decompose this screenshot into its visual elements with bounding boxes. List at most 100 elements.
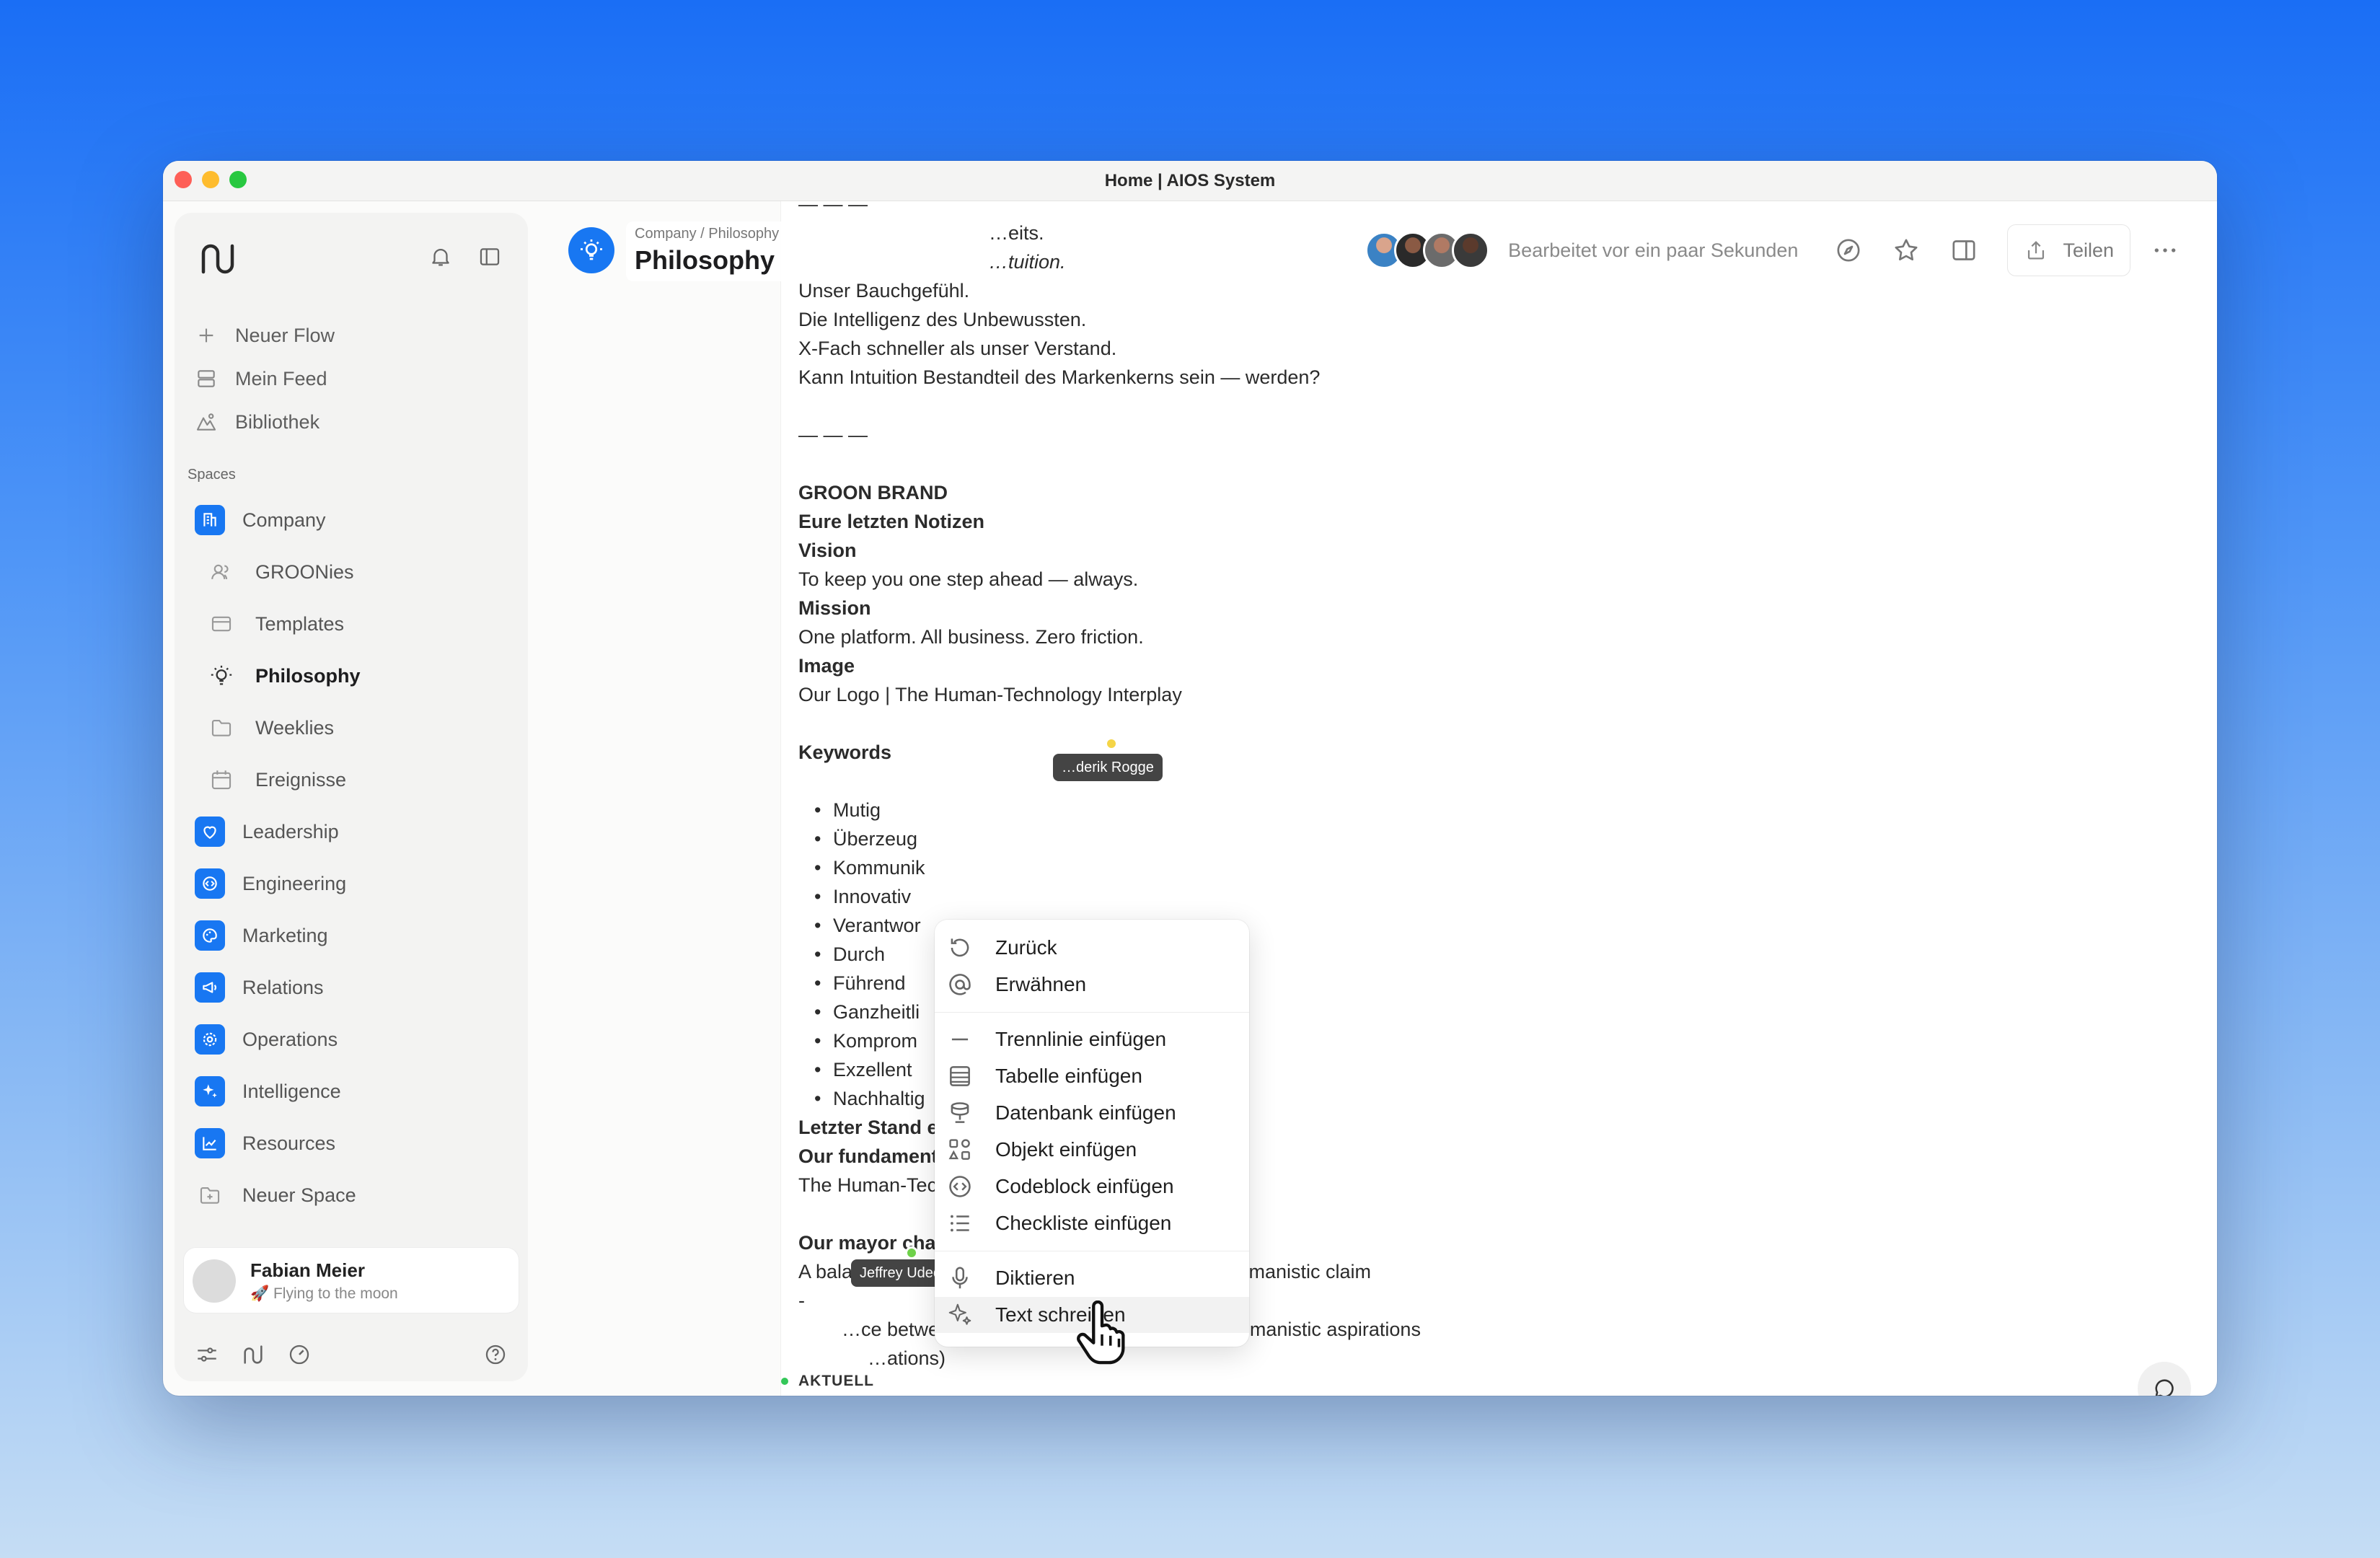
user-name: Fabian Meier <box>250 1259 365 1281</box>
page-heading: Company / Philosophy Philosophy <box>626 221 788 281</box>
users-icon <box>211 564 229 580</box>
zoom-window-button[interactable] <box>229 171 247 188</box>
nav-my-feed[interactable]: Mein Feed <box>195 357 512 400</box>
nav-label: Mein Feed <box>235 367 327 390</box>
envelope-icon <box>211 616 232 632</box>
heart-icon <box>195 817 225 847</box>
menu-label: Checkliste einfügen <box>995 1212 1172 1234</box>
space-label: Templates <box>255 612 345 635</box>
space-intelligence[interactable]: Intelligence <box>195 1065 512 1117</box>
gear-icon <box>195 1024 225 1055</box>
bell-icon[interactable] <box>428 245 453 269</box>
space-weeklies[interactable]: Weeklies <box>195 702 512 754</box>
menu-item-table[interactable]: Tabelle einfügen <box>935 1058 1249 1094</box>
avatar <box>193 1259 236 1303</box>
avatar <box>1452 232 1490 269</box>
folder-plus-icon <box>200 1187 220 1204</box>
gauge-icon[interactable] <box>287 1342 312 1367</box>
more-options-icon[interactable] <box>2151 236 2180 265</box>
space-label: Resources <box>242 1132 336 1154</box>
chat-bubble-icon <box>2155 1379 2174 1396</box>
space-company[interactable]: Company <box>195 494 512 546</box>
collaborator-avatars[interactable] <box>1365 232 1490 269</box>
menu-label: Zurück <box>995 936 1057 959</box>
insert-menu: Zurück Erwähnen Trennlinie einfügen Tabe… <box>935 920 1249 1347</box>
user-card[interactable]: Fabian Meier 🚀 Flying to the moon <box>183 1247 519 1313</box>
nav-library[interactable]: Bibliothek <box>195 400 512 444</box>
divider-icon <box>951 1038 969 1041</box>
status-label: AKTUELL <box>798 1373 874 1389</box>
app-window: Home | AIOS System Neuer Flow Mein Feed … <box>163 161 2217 1396</box>
user-status: 🚀 Flying to the moon <box>250 1285 398 1302</box>
space-templates[interactable]: Templates <box>195 598 512 650</box>
close-window-button[interactable] <box>175 171 192 188</box>
sidebar-toggle-icon[interactable] <box>477 245 502 269</box>
spaces-heading: Spaces <box>188 467 236 483</box>
share-label: Teilen <box>2063 239 2114 261</box>
building-icon <box>195 505 225 535</box>
nav-new-flow[interactable]: Neuer Flow <box>195 314 512 357</box>
space-label: Marketing <box>242 924 328 946</box>
space-groonies[interactable]: GROONies <box>195 546 512 598</box>
menu-item-undo[interactable]: Zurück <box>935 930 1249 966</box>
help-icon[interactable] <box>483 1342 508 1367</box>
space-label: Weeklies <box>255 716 335 739</box>
menu-item-dictate[interactable]: Diktieren <box>935 1260 1249 1296</box>
share-button[interactable]: Teilen <box>2007 224 2130 276</box>
space-label: Ereignisse <box>255 768 347 791</box>
split-view-icon[interactable] <box>1949 236 1978 265</box>
window-title: Home | AIOS System <box>1104 170 1276 190</box>
text-line: Eure letzten Notizen <box>798 511 985 532</box>
nav-label: Bibliothek <box>235 410 320 433</box>
compass-icon[interactable] <box>1834 236 1863 265</box>
logo-small-icon[interactable] <box>241 1342 265 1367</box>
space-ereignisse[interactable]: Ereignisse <box>195 754 512 806</box>
breadcrumb[interactable]: Company / Philosophy <box>635 226 779 242</box>
space-resources[interactable]: Resources <box>195 1117 512 1169</box>
space-marketing[interactable]: Marketing <box>195 910 512 961</box>
at-icon <box>949 974 971 995</box>
space-engineering[interactable]: Engineering <box>195 858 512 910</box>
space-new[interactable]: Neuer Space <box>195 1169 512 1221</box>
text-line: Kann Intuition Bestandteil des Markenker… <box>798 366 1321 388</box>
space-relations[interactable]: Relations <box>195 961 512 1013</box>
menu-item-database[interactable]: Datenbank einfügen <box>935 1095 1249 1131</box>
text-line: — — — <box>798 193 868 215</box>
code-circle-icon <box>195 868 225 899</box>
menu-label: Erwähnen <box>995 973 1087 995</box>
menu-item-codeblock[interactable]: Codeblock einfügen <box>935 1168 1249 1205</box>
lightbulb-icon <box>211 665 232 685</box>
menu-item-object[interactable]: Objekt einfügen <box>935 1132 1249 1168</box>
list-item: Kommunik <box>798 853 1952 882</box>
status-badge: AKTUELL <box>781 1373 874 1390</box>
sparkle-icon <box>195 1076 225 1106</box>
page-icon[interactable] <box>568 227 614 273</box>
text-line: GROON BRAND <box>798 482 948 503</box>
cursor-dot-rogge <box>1105 737 1118 750</box>
chart-icon <box>195 1128 225 1158</box>
menu-divider <box>935 1012 1249 1013</box>
star-icon[interactable] <box>1892 236 1921 265</box>
space-philosophy[interactable]: Philosophy <box>195 650 512 702</box>
menu-label: Trennlinie einfügen <box>995 1028 1167 1050</box>
minimize-window-button[interactable] <box>202 171 219 188</box>
menu-label: Objekt einfügen <box>995 1138 1137 1161</box>
menu-item-mention[interactable]: Erwähnen <box>935 967 1249 1003</box>
space-operations[interactable]: Operations <box>195 1013 512 1065</box>
space-leadership[interactable]: Leadership <box>195 806 512 858</box>
menu-label: Datenbank einfügen <box>995 1101 1176 1124</box>
menu-label: Codeblock einfügen <box>995 1175 1174 1197</box>
spaces-list: Company GROONies Templates Philosophy We… <box>195 494 512 1221</box>
library-icon <box>196 413 216 431</box>
sparkle-icon <box>948 1303 971 1325</box>
menu-item-divider[interactable]: Trennlinie einfügen <box>935 1021 1249 1057</box>
app-logo-icon[interactable] <box>198 239 238 279</box>
sliders-icon[interactable] <box>195 1342 219 1367</box>
text-line: X-Fach schneller als unser Verstand. <box>798 338 1117 359</box>
menu-item-checklist[interactable]: Checkliste einfügen <box>935 1205 1249 1241</box>
text-line: Our Logo | The Human-Technology Interpla… <box>798 684 1182 705</box>
undo-icon <box>951 938 969 957</box>
text-line <box>798 449 1952 478</box>
text-line <box>798 392 1952 421</box>
share-icon <box>2028 241 2045 260</box>
